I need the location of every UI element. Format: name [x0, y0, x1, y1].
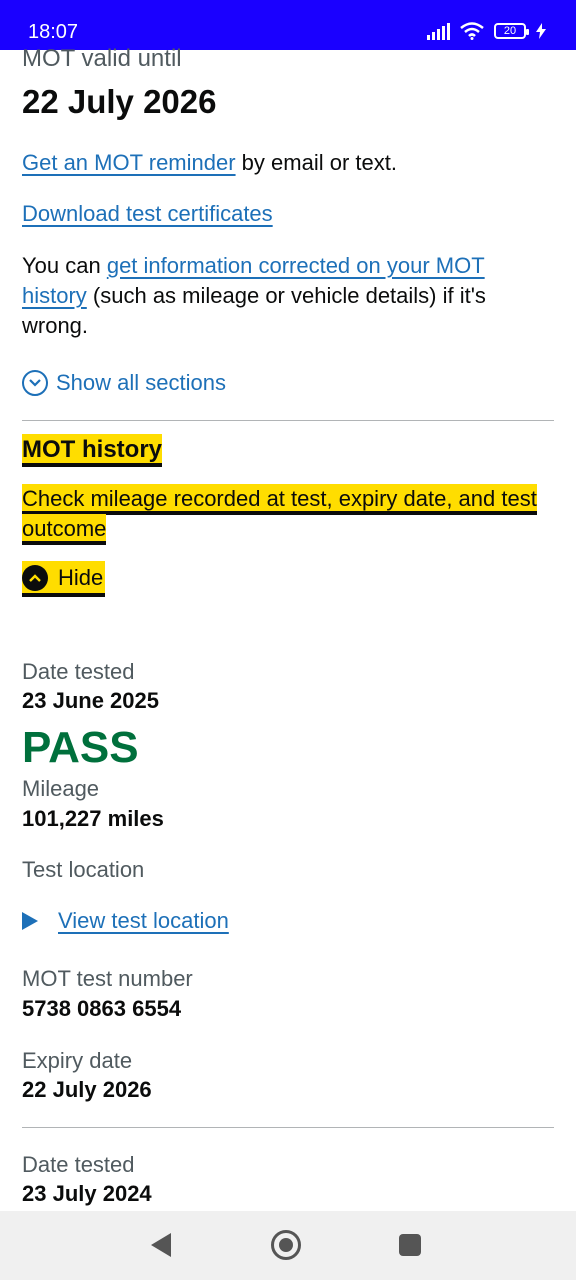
chevron-up-icon: [22, 565, 48, 591]
view-test-location-toggle[interactable]: View test location: [22, 906, 229, 936]
mot-valid-date: 22 July 2026: [22, 83, 217, 120]
mot-test-number-label: MOT test number: [22, 966, 193, 991]
status-icons: 20: [427, 22, 546, 40]
mot-history-description: Check mileage recorded at test, expiry d…: [22, 484, 562, 544]
play-triangle-icon: [22, 912, 38, 930]
reminder-suffix: by email or text.: [235, 150, 397, 175]
expiry-date-label: Expiry date: [22, 1048, 133, 1073]
date-tested-label: Date tested: [22, 659, 135, 684]
date-tested-value: 23 June 2025: [22, 688, 159, 713]
correct-suffix: (such as mileage or vehicle details) if …: [22, 283, 486, 338]
date-tested-label: Date tested: [22, 1152, 135, 1177]
status-time: 18:07: [28, 21, 79, 43]
charging-icon: [536, 23, 546, 39]
recent-apps-icon[interactable]: [399, 1234, 421, 1256]
test-divider: [22, 1127, 554, 1128]
mileage-value: 101,227 miles: [22, 806, 164, 831]
show-all-label: Show all sections: [56, 370, 226, 395]
hide-label: Hide: [58, 565, 104, 590]
correct-prefix: You can: [22, 253, 107, 278]
mot-history-description-text: Check mileage recorded at test, expiry d…: [22, 486, 537, 541]
test-location-label: Test location: [22, 857, 145, 882]
wifi-icon: [460, 22, 484, 40]
hide-section-button[interactable]: Hide: [22, 563, 106, 593]
battery-icon: 20: [494, 23, 529, 39]
mileage-label: Mileage: [22, 776, 100, 801]
download-certificates-link[interactable]: Download test certificates: [22, 201, 273, 226]
mot-history-title: MOT history: [22, 436, 163, 463]
expiry-date-value: 22 July 2026: [22, 1077, 152, 1102]
navigation-bar: [0, 1211, 576, 1280]
mot-reminder-link[interactable]: Get an MOT reminder: [22, 150, 236, 175]
date-tested-value: 23 July 2024: [22, 1181, 152, 1206]
home-icon[interactable]: [271, 1230, 301, 1260]
signal-icon: [427, 22, 450, 40]
show-all-sections-button[interactable]: Show all sections: [22, 370, 226, 396]
correction-paragraph: You can get information corrected on you…: [22, 251, 554, 341]
test-result: PASS: [22, 723, 139, 772]
back-icon[interactable]: [151, 1233, 171, 1257]
mot-history-heading[interactable]: MOT history: [22, 434, 163, 466]
reminder-paragraph: Get an MOT reminder by email or text.: [22, 148, 397, 178]
status-bar: 18:07 20: [0, 0, 576, 50]
section-divider: [22, 420, 554, 421]
download-paragraph: Download test certificates: [22, 199, 273, 229]
chevron-down-icon: [22, 370, 48, 396]
view-test-location-link[interactable]: View test location: [58, 906, 229, 936]
mot-test-number-value: 5738 0863 6554: [22, 996, 182, 1021]
mot-valid-label: MOT valid until: [22, 45, 182, 72]
